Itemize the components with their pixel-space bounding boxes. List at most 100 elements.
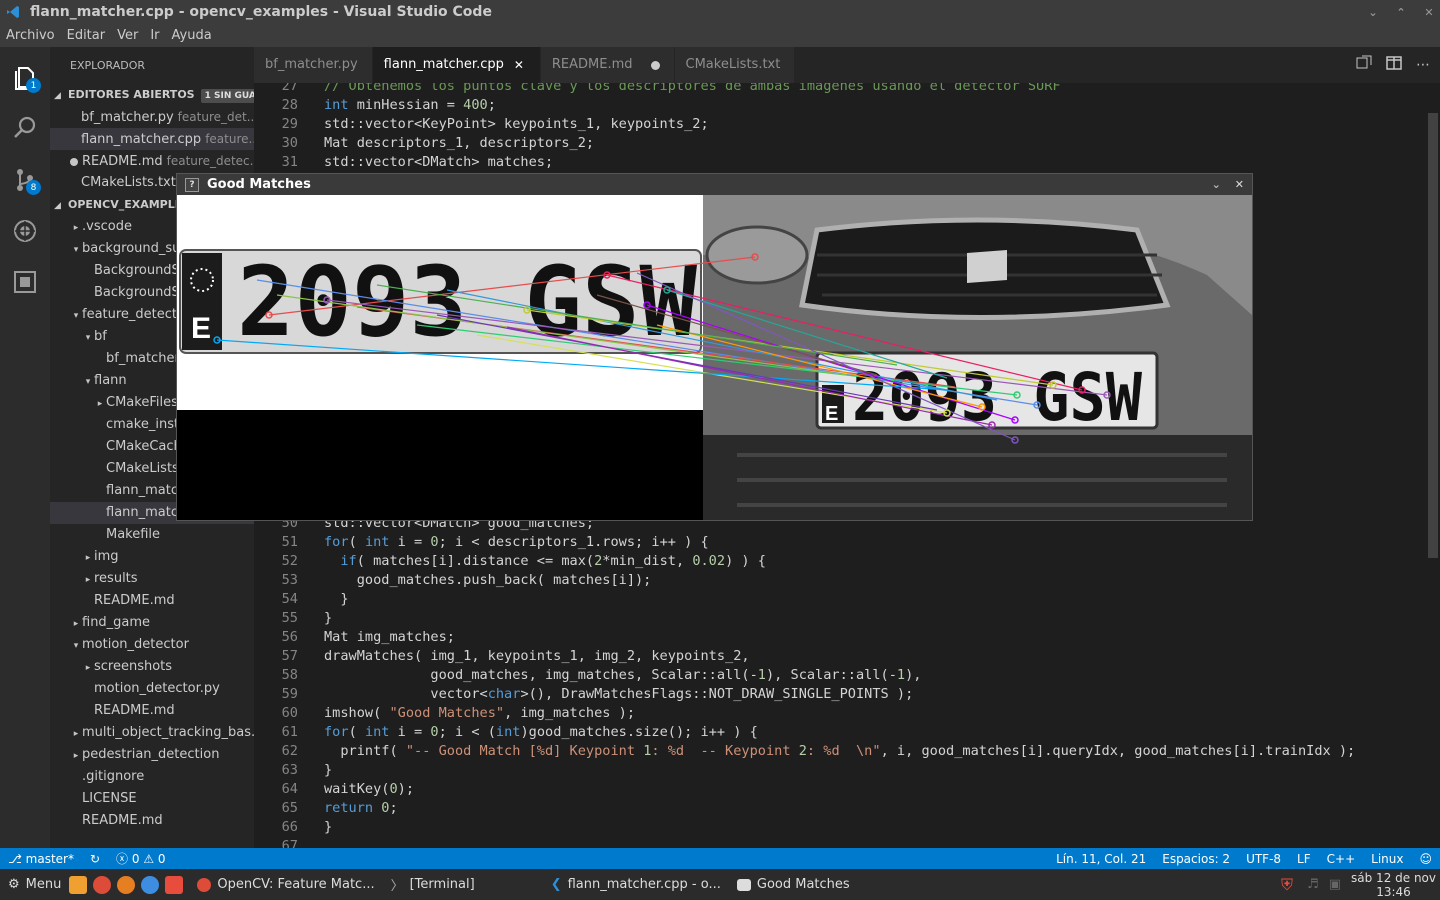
language-mode[interactable]: C++ bbox=[1319, 852, 1364, 866]
tab-cmakelists[interactable]: CMakeLists.txt bbox=[674, 47, 796, 83]
menu-ver[interactable]: Ver bbox=[111, 28, 144, 43]
code-line[interactable]: 54 } bbox=[254, 590, 1424, 609]
menu-ayuda[interactable]: Ayuda bbox=[166, 28, 218, 43]
firefox-icon[interactable] bbox=[141, 875, 160, 894]
code-line[interactable]: 61 for( int i = 0; i < (int)good_matches.… bbox=[254, 723, 1424, 742]
menu-archivo[interactable]: Archivo bbox=[0, 28, 61, 43]
open-editor-item[interactable]: README.md feature_detec... bbox=[50, 150, 254, 172]
tree-item[interactable]: .gitignore bbox=[50, 766, 254, 788]
code-line[interactable]: 27 // Obtenemos los puntos clave y los de… bbox=[254, 83, 1424, 96]
tree-item[interactable]: ▸ pedestrian_detection bbox=[50, 744, 254, 766]
close-window-icon[interactable]: ✕ bbox=[1235, 178, 1244, 191]
problems-indicator[interactable]: ⓧ 0 ⚠ 0 bbox=[108, 850, 174, 867]
cursor-position[interactable]: Lín. 11, Col. 21 bbox=[1048, 852, 1154, 866]
search-icon[interactable] bbox=[0, 103, 50, 153]
good-matches-titlebar[interactable]: ? Good Matches ⌄ ✕ bbox=[177, 174, 1252, 195]
open-changes-icon[interactable] bbox=[1356, 55, 1372, 75]
tab-bf-matcher[interactable]: bf_matcher.py bbox=[254, 47, 373, 83]
code-line[interactable]: 63} bbox=[254, 761, 1424, 780]
tree-item-label: bf bbox=[94, 329, 107, 344]
shield-icon[interactable]: ⛨ bbox=[1281, 875, 1293, 895]
minimize-icon[interactable]: ⌄ bbox=[1362, 6, 1384, 19]
good-matches-window[interactable]: ? Good Matches ⌄ ✕ E 2093 GSW E 2093 GSW bbox=[176, 173, 1253, 521]
source-control-icon[interactable]: 8 bbox=[0, 155, 50, 205]
end-of-line[interactable]: LF bbox=[1289, 852, 1319, 866]
encoding[interactable]: UTF-8 bbox=[1238, 852, 1289, 866]
code-line[interactable]: 51 for( int i = 0; i < descriptors_1.rows… bbox=[254, 533, 1424, 552]
menu-editar[interactable]: Editar bbox=[61, 28, 112, 43]
indentation[interactable]: Espacios: 2 bbox=[1154, 852, 1238, 866]
code-line[interactable]: 29 std::vector<KeyPoint> keypoints_1, key… bbox=[254, 115, 1424, 134]
start-menu-button[interactable]: ⚙ Menu bbox=[0, 869, 69, 900]
minimize-icon[interactable]: ⌄ bbox=[1212, 178, 1221, 191]
code-line[interactable]: 62 printf( "-- Good Match [%d] Keypoint … bbox=[254, 742, 1424, 761]
code-line[interactable]: 31 std::vector<DMatch> matches; bbox=[254, 153, 1424, 172]
debug-icon[interactable] bbox=[0, 206, 50, 256]
maximize-icon[interactable]: ⌃ bbox=[1390, 6, 1412, 19]
tree-item[interactable]: README.md bbox=[50, 700, 254, 722]
code-line[interactable]: 58 good_matches, img_matches, Scalar::al… bbox=[254, 666, 1424, 685]
code-line[interactable]: 64 waitKey(0); bbox=[254, 780, 1424, 799]
task-good-matches[interactable]: Good Matches bbox=[729, 869, 858, 900]
mail-icon[interactable] bbox=[165, 875, 184, 894]
network-icon[interactable]: ▣ bbox=[1329, 877, 1341, 892]
extensions-icon[interactable] bbox=[0, 257, 50, 307]
code-line[interactable]: 67 bbox=[254, 837, 1424, 848]
open-editor-item[interactable]: bf_matcher.py feature_det... bbox=[50, 106, 254, 128]
tree-item[interactable]: ▸ screenshots bbox=[50, 656, 254, 678]
code-line[interactable]: 60 imshow( "Good Matches", img_matches ); bbox=[254, 704, 1424, 723]
tree-item[interactable]: ▸ results bbox=[50, 568, 254, 590]
modified-dot-icon[interactable] bbox=[650, 60, 660, 70]
sync-icon[interactable]: ↻ bbox=[82, 852, 108, 866]
clock[interactable]: sáb 12 de nov 13:46 bbox=[1351, 871, 1436, 899]
more-actions-icon[interactable]: ⋯ bbox=[1416, 57, 1430, 73]
close-window-icon[interactable]: ✕ bbox=[1418, 6, 1440, 19]
line-number: 57 bbox=[281, 648, 298, 664]
code-line[interactable]: 53 good_matches.push_back( matches[i]); bbox=[254, 571, 1424, 590]
menu-ir[interactable]: Ir bbox=[144, 28, 165, 43]
tree-item[interactable]: ▸ find_game bbox=[50, 612, 254, 634]
code-line[interactable]: 56 Mat img_matches; bbox=[254, 628, 1424, 647]
open-editor-item[interactable]: flann_matcher.cppfeature... bbox=[50, 128, 254, 150]
split-editor-icon[interactable] bbox=[1386, 55, 1402, 75]
good-matches-title: Good Matches bbox=[207, 177, 311, 192]
code-line[interactable]: 59 vector<char>(), DrawMatchesFlags::NOT… bbox=[254, 685, 1424, 704]
tree-item[interactable]: ▾ motion_detector bbox=[50, 634, 254, 656]
platform[interactable]: Linux bbox=[1363, 852, 1411, 866]
line-number: 67 bbox=[281, 838, 298, 848]
code-text: } bbox=[324, 610, 333, 626]
code-line[interactable]: 66} bbox=[254, 818, 1424, 837]
tree-item[interactable]: README.md bbox=[50, 590, 254, 612]
open-editors-header[interactable]: ◢EDITORES ABIERTOS1 SIN GUAR... bbox=[50, 84, 254, 106]
task-terminal[interactable]: 〉 [Terminal] bbox=[383, 869, 483, 900]
code-text: good_matches, img_matches, Scalar::all(-… bbox=[324, 667, 922, 683]
code-line[interactable]: 52 if( matches[i].distance <= max(2*min_… bbox=[254, 552, 1424, 571]
task-opencv-browser[interactable]: OpenCV: Feature Matc... bbox=[189, 869, 382, 900]
close-tab-icon[interactable]: ✕ bbox=[514, 47, 526, 83]
sublime-icon[interactable] bbox=[117, 875, 136, 894]
editor-scrollbar[interactable] bbox=[1426, 83, 1440, 848]
scroll-thumb[interactable] bbox=[1428, 113, 1438, 558]
chrome-icon[interactable] bbox=[93, 875, 112, 894]
tree-item[interactable]: README.md bbox=[50, 810, 254, 832]
tree-item[interactable]: Makefile bbox=[50, 524, 254, 546]
tree-item[interactable]: LICENSE bbox=[50, 788, 254, 810]
tab-readme[interactable]: README.md bbox=[540, 47, 675, 83]
code-line[interactable]: 55} bbox=[254, 609, 1424, 628]
feedback-smiley-icon[interactable]: ☺ bbox=[1411, 852, 1440, 866]
code-line[interactable]: 65 return 0; bbox=[254, 799, 1424, 818]
tree-item[interactable]: ▸ multi_object_tracking_bas... bbox=[50, 722, 254, 744]
tree-item[interactable]: ▸ img bbox=[50, 546, 254, 568]
code-line[interactable]: 28 int minHessian = 400; bbox=[254, 96, 1424, 115]
folder-icon[interactable] bbox=[69, 875, 88, 894]
tree-item[interactable]: motion_detector.py bbox=[50, 678, 254, 700]
explorer-icon[interactable]: 1 bbox=[0, 53, 50, 103]
git-branch[interactable]: ⎇ master* bbox=[0, 852, 82, 866]
volume-icon[interactable]: ♬ bbox=[1307, 877, 1319, 892]
code-line[interactable]: 30 Mat descriptors_1, descriptors_2; bbox=[254, 134, 1424, 153]
task-vscode[interactable]: ❮ flann_matcher.cpp - o... bbox=[543, 869, 729, 900]
tab-flann-matcher[interactable]: flann_matcher.cpp ✕ bbox=[372, 47, 541, 83]
code-line[interactable]: 57 drawMatches( img_1, keypoints_1, img_2… bbox=[254, 647, 1424, 666]
tree-item-label: pedestrian_detection bbox=[82, 747, 220, 762]
match-image: E 2093 GSW E 2093 GSW bbox=[177, 195, 1252, 520]
